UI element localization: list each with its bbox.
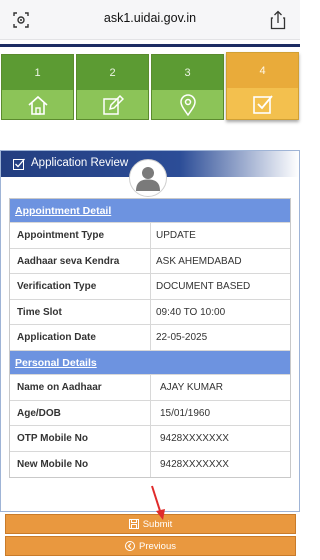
step-1[interactable]: 1: [1, 54, 74, 120]
table-row: Time Slot 09:40 TO 10:00: [10, 299, 290, 326]
row-label: Age/DOB: [17, 407, 61, 419]
section-title: Personal Details: [15, 356, 97, 369]
step-number: 4: [227, 53, 298, 88]
table-row: Aadhaar seva Kendra ASK AHEMDABAD: [10, 248, 290, 275]
section-header-personal: Personal Details: [10, 350, 290, 375]
previous-button[interactable]: Previous: [5, 536, 296, 556]
table-row: Name on Aadhaar AJAY KUMAR: [10, 374, 290, 401]
previous-label: Previous: [139, 540, 176, 552]
browser-address-bar: ask1.uidai.gov.in: [0, 0, 300, 40]
step-progress: 1 2 3 4: [0, 52, 300, 122]
step-2[interactable]: 2: [76, 54, 149, 120]
row-label: Application Date: [17, 332, 96, 344]
row-value: 22-05-2025: [156, 332, 208, 344]
row-label: Time Slot: [17, 306, 62, 318]
checkbox-icon: [13, 158, 25, 170]
step-3[interactable]: 3: [151, 54, 224, 120]
table-row: OTP Mobile No 9428XXXXXXX: [10, 426, 290, 452]
row-value: 9428XXXXXXX: [160, 433, 229, 445]
table-row: New Mobile No 9428XXXXXXX: [10, 451, 290, 478]
section-title: Appointment Detail: [15, 205, 112, 217]
row-value: AJAY KUMAR: [160, 381, 223, 393]
table-row: Appointment Type UPDATE: [10, 223, 290, 249]
location-pin-icon: [179, 93, 196, 116]
step-number: 1: [2, 55, 73, 90]
table-row: Application Date 22-05-2025: [10, 325, 290, 351]
save-icon: [128, 519, 139, 529]
row-label: New Mobile No: [17, 458, 89, 470]
row-label: Name on Aadhaar: [17, 381, 102, 393]
row-value: 09:40 TO 10:00: [156, 306, 226, 318]
red-arrow-annotation: [151, 485, 165, 520]
step-4-active[interactable]: 4: [226, 52, 299, 120]
check-square-icon: [252, 94, 273, 114]
section-header-appointment: Appointment Detail: [10, 199, 290, 223]
review-table: Appointment Detail Appointment Type UPDA…: [9, 198, 291, 479]
step-number: 2: [77, 55, 148, 90]
row-label: Verification Type: [17, 281, 97, 293]
row-label: Aadhaar seva Kendra: [17, 255, 120, 267]
row-label: OTP Mobile No: [17, 433, 88, 445]
edit-icon: [102, 94, 124, 115]
row-value: UPDATE: [156, 230, 196, 241]
row-value: 9428XXXXXXX: [160, 458, 229, 470]
header-divider: [0, 44, 300, 47]
url-field[interactable]: ask1.uidai.gov.in: [60, 11, 240, 25]
row-value: DOCUMENT BASED: [156, 281, 251, 293]
share-icon[interactable]: [270, 10, 286, 30]
back-arrow-icon: [125, 541, 136, 551]
reader-mode-icon[interactable]: [12, 11, 30, 29]
home-icon: [27, 95, 48, 115]
row-label: Appointment Type: [17, 230, 105, 241]
step-number: 3: [152, 55, 223, 90]
row-value: ASK AHEMDABAD: [156, 255, 242, 267]
table-row: Verification Type DOCUMENT BASED: [10, 274, 290, 300]
avatar-icon: [129, 159, 167, 197]
card-title: Application Review: [31, 157, 129, 169]
row-value: 15/01/1960: [160, 407, 211, 419]
table-row: Age/DOB 15/01/1960: [10, 400, 290, 427]
application-review-card: Application Review Appointment Detail Ap…: [0, 150, 300, 512]
